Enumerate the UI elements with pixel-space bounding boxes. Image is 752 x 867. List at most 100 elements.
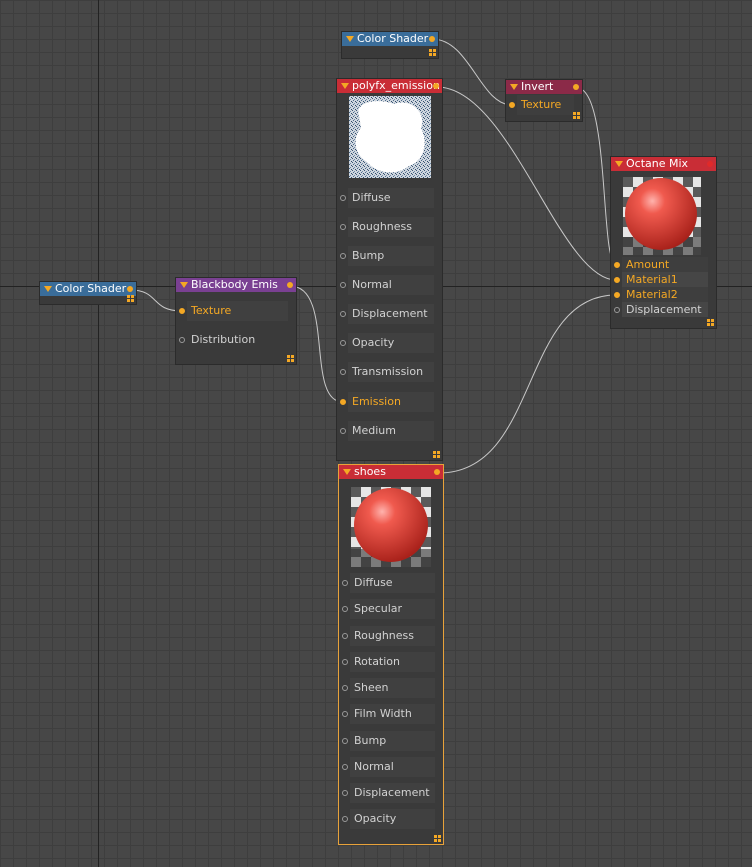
collapse-triangle-icon[interactable]	[341, 83, 349, 89]
port-dot-icon[interactable]	[340, 428, 346, 434]
port-dot-icon[interactable]	[614, 306, 620, 313]
port-amount[interactable]: Amount	[611, 257, 716, 272]
port-dot-icon[interactable]	[340, 253, 346, 259]
port-normal[interactable]: Normal	[339, 754, 443, 780]
shoes-header[interactable]: shoes	[339, 465, 443, 479]
port-texture[interactable]: Texture	[176, 298, 296, 324]
port-label: Roughness	[348, 217, 434, 237]
collapse-triangle-icon[interactable]	[180, 282, 188, 288]
port-dot-icon[interactable]	[342, 711, 348, 717]
port-dot-icon[interactable]	[342, 764, 348, 770]
port-dot-icon[interactable]	[340, 282, 346, 288]
port-distribution[interactable]: Distribution	[176, 327, 296, 353]
collapse-triangle-icon[interactable]	[346, 36, 354, 42]
blackbody-emission-header[interactable]: Blackbody Emis	[176, 278, 296, 292]
color-shader-header[interactable]: Color Shader	[342, 32, 438, 46]
port-dot-connected-icon[interactable]	[614, 261, 620, 268]
port-dot-icon[interactable]	[340, 311, 346, 317]
output-port-icon[interactable]	[429, 36, 435, 42]
color-shader-node-left[interactable]: Color Shader	[40, 282, 136, 304]
resize-grip-icon[interactable]	[429, 49, 436, 56]
output-port-icon[interactable]	[573, 84, 579, 90]
port-bump[interactable]: Bump	[337, 243, 442, 269]
port-dot-icon[interactable]	[179, 337, 185, 343]
port-sheen[interactable]: Sheen	[339, 675, 443, 701]
resize-grip-icon[interactable]	[127, 295, 134, 302]
port-label: Texture	[187, 301, 288, 321]
color-shader-header[interactable]: Color Shader	[40, 282, 136, 296]
collapse-triangle-icon[interactable]	[44, 286, 52, 292]
wire-color-shader-to-invert	[431, 38, 513, 106]
port-dot-icon[interactable]	[340, 195, 346, 201]
port-transmission[interactable]: Transmission	[337, 359, 442, 385]
port-texture[interactable]: Texture	[506, 95, 582, 115]
port-dot-icon[interactable]	[340, 340, 346, 346]
port-diffuse[interactable]: Diffuse	[337, 185, 442, 211]
port-displacement[interactable]: Displacement	[337, 301, 442, 327]
port-dot-icon[interactable]	[342, 685, 348, 691]
output-port-icon[interactable]	[434, 469, 440, 475]
invert-node[interactable]: Invert Texture	[506, 80, 582, 121]
collapse-triangle-icon[interactable]	[343, 469, 351, 475]
port-roughness[interactable]: Roughness	[337, 214, 442, 240]
port-dot-connected-icon[interactable]	[509, 102, 515, 108]
resize-grip-icon[interactable]	[287, 355, 294, 362]
output-port-icon[interactable]	[287, 282, 293, 288]
resize-grip-icon[interactable]	[433, 451, 440, 458]
octane-mix-header[interactable]: Octane Mix	[611, 157, 716, 171]
port-dot-icon[interactable]	[340, 369, 346, 375]
port-material2[interactable]: Material2	[611, 287, 716, 302]
shoes-material-node[interactable]: shoes Diffuse Specular Roughness Rotatio…	[339, 465, 443, 844]
polyfx-emission-node[interactable]: polyfx_emission Diffuse Roughness Bump N…	[337, 79, 442, 460]
port-label: Roughness	[350, 626, 435, 646]
port-dot-icon[interactable]	[342, 790, 348, 796]
port-dot-icon[interactable]	[342, 659, 348, 665]
output-port-icon[interactable]	[127, 286, 133, 292]
port-displacement[interactable]: Displacement	[611, 302, 716, 317]
collapse-triangle-icon[interactable]	[615, 161, 623, 167]
port-label: Sheen	[350, 678, 435, 698]
port-dot-connected-icon[interactable]	[614, 291, 620, 298]
color-shader-node-top[interactable]: Color Shader	[342, 32, 438, 58]
port-rotation[interactable]: Rotation	[339, 649, 443, 675]
octane-mix-node[interactable]: Octane Mix Amount Material1 Material2 Di…	[611, 157, 716, 328]
port-roughness[interactable]: Roughness	[339, 623, 443, 649]
invert-header[interactable]: Invert	[506, 80, 582, 94]
port-dot-icon[interactable]	[340, 224, 346, 230]
port-dot-connected-icon[interactable]	[179, 308, 185, 314]
port-label: Transmission	[348, 362, 434, 382]
output-port-icon[interactable]	[433, 83, 439, 89]
blackbody-emission-node[interactable]: Blackbody Emis Texture Distribution	[176, 278, 296, 364]
port-material1[interactable]: Material1	[611, 272, 716, 287]
port-dot-connected-icon[interactable]	[614, 276, 620, 283]
port-dot-icon[interactable]	[342, 816, 348, 822]
port-medium[interactable]: Medium	[337, 418, 442, 444]
wire-blackbody-to-emission	[289, 285, 344, 403]
port-dot-connected-icon[interactable]	[340, 399, 346, 405]
port-diffuse[interactable]: Diffuse	[339, 570, 443, 596]
polyfx-emission-header[interactable]: polyfx_emission	[337, 79, 442, 93]
resize-grip-icon[interactable]	[707, 319, 714, 326]
port-normal[interactable]: Normal	[337, 272, 442, 298]
port-dot-icon[interactable]	[342, 738, 348, 744]
resize-grip-icon[interactable]	[573, 112, 580, 119]
port-displacement[interactable]: Displacement	[339, 780, 443, 806]
wire-shoes-to-material2	[438, 294, 617, 474]
port-specular[interactable]: Specular	[339, 596, 443, 622]
resize-grip-icon[interactable]	[434, 835, 441, 842]
port-dot-icon[interactable]	[342, 580, 348, 586]
port-label: Bump	[350, 731, 435, 751]
port-emission[interactable]: Emission	[337, 389, 442, 415]
port-label: Medium	[348, 421, 434, 441]
port-label: Normal	[350, 757, 435, 777]
port-film-width[interactable]: Film Width	[339, 701, 443, 727]
port-label: Emission	[348, 392, 434, 412]
port-bump[interactable]: Bump	[339, 728, 443, 754]
node-title: Blackbody Emis	[191, 278, 278, 291]
port-dot-icon[interactable]	[342, 633, 348, 639]
port-opacity[interactable]: Opacity	[337, 330, 442, 356]
collapse-triangle-icon[interactable]	[510, 84, 518, 90]
port-dot-icon[interactable]	[342, 606, 348, 612]
output-port-icon[interactable]	[707, 161, 713, 167]
port-opacity[interactable]: Opacity	[339, 806, 443, 832]
